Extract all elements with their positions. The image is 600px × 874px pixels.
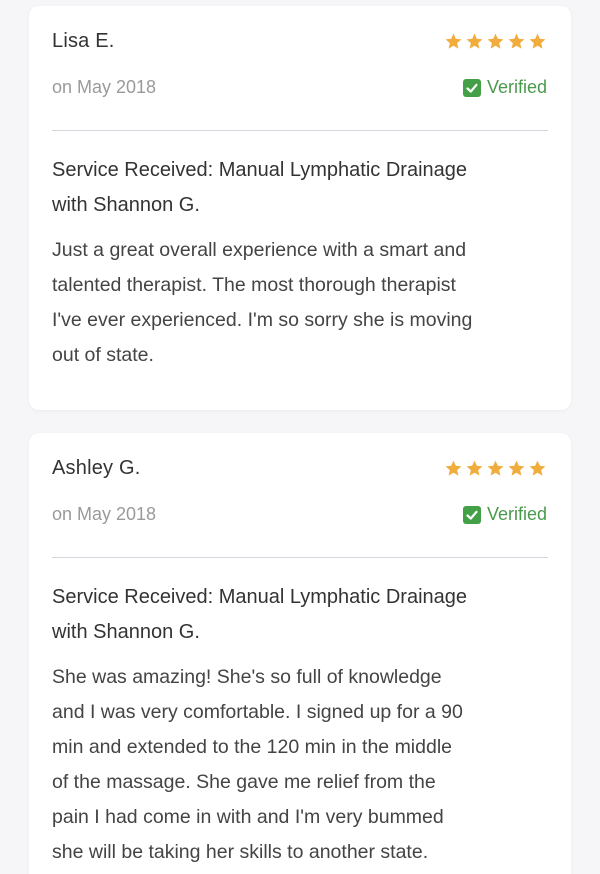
review-header: Lisa E. — [52, 30, 547, 53]
review-body-line: min and extended to the 120 min in the m… — [52, 736, 453, 758]
review-body-line: Just a great overall experience with a s… — [52, 239, 467, 261]
review-body-line: she will be taking her skills to another… — [52, 841, 429, 863]
service-received: Service Received: Manual Lymphatic Drain… — [52, 153, 547, 223]
verified-badge: Verified — [462, 77, 547, 98]
star-icon — [445, 460, 462, 476]
verified-label: Verified — [486, 77, 547, 97]
review-body-line: of the massage. She gave me relief from … — [52, 771, 436, 793]
star-icon — [508, 33, 525, 49]
reviewer-name: Lisa E. — [52, 30, 115, 52]
review-body-line: She was amazing! She's so full of knowle… — [52, 666, 442, 688]
star-icon — [529, 33, 546, 49]
review-header: Ashley G. — [52, 457, 547, 480]
star-icon — [445, 33, 462, 49]
service-line: with Shannon G. — [52, 621, 200, 643]
service-line: Service Received: Manual Lymphatic Drain… — [52, 586, 468, 608]
review-meta: on May 2018 Verified — [52, 504, 547, 525]
divider — [52, 130, 548, 131]
divider — [52, 557, 548, 558]
review-body-line: out of state. — [52, 344, 154, 366]
checkbox-check-icon — [462, 78, 481, 97]
review-meta: on May 2018 Verified — [52, 77, 547, 98]
star-rating — [444, 32, 547, 51]
review-body-line: and I was very comfortable. I signed up … — [52, 701, 463, 723]
review-body: She was amazing! She's so full of knowle… — [52, 660, 553, 870]
verified-label: Verified — [486, 504, 547, 524]
star-icon — [529, 460, 546, 476]
verified-badge: Verified — [462, 504, 547, 525]
service-line: Service Received: Manual Lymphatic Drain… — [52, 159, 468, 181]
review-body-line: talented therapist. The most thorough th… — [52, 274, 456, 296]
reviewer-name: Ashley G. — [52, 457, 141, 479]
review-card: Lisa E. on May 2018 Verified Service Rec… — [29, 6, 571, 410]
star-icon — [466, 33, 483, 49]
service-line: with Shannon G. — [52, 194, 200, 216]
checkbox-check-icon — [462, 505, 481, 524]
review-date: on May 2018 — [52, 77, 157, 97]
star-icon — [487, 460, 504, 476]
service-received: Service Received: Manual Lymphatic Drain… — [52, 580, 547, 650]
review-body: Just a great overall experience with a s… — [52, 233, 553, 373]
review-card: Ashley G. on May 2018 Verified Service R… — [29, 433, 571, 874]
star-icon — [466, 460, 483, 476]
review-body-line: pain I had come in with and I'm very bum… — [52, 806, 444, 828]
review-date: on May 2018 — [52, 504, 157, 524]
star-icon — [508, 460, 525, 476]
reviews-page: Lisa E. on May 2018 Verified Service Rec… — [0, 0, 600, 874]
star-icon — [487, 33, 504, 49]
star-rating — [444, 459, 547, 478]
review-body-line: I've ever experienced. I'm so sorry she … — [52, 309, 473, 331]
